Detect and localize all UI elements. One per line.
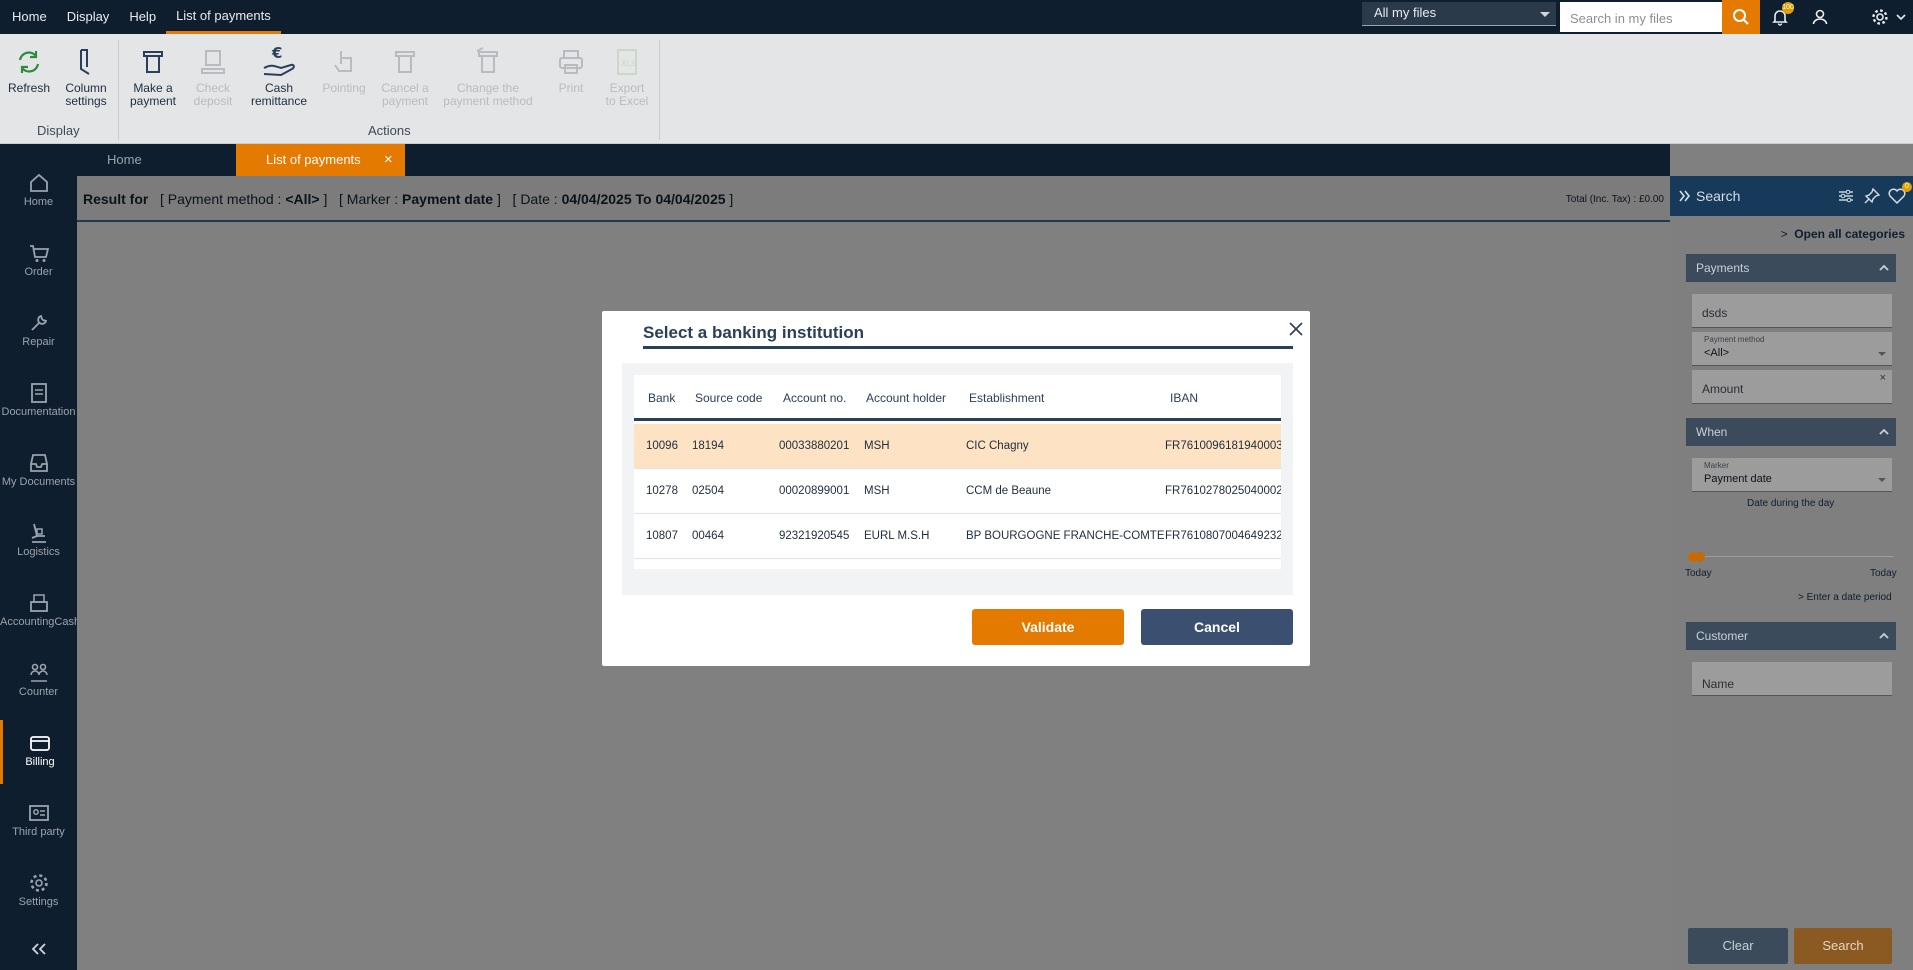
cell-bank: 10096 xyxy=(646,440,678,452)
column-header-iban[interactable]: IBAN xyxy=(1170,375,1198,421)
modal-overlay: Select a banking institution Bank Source… xyxy=(0,0,1913,970)
cell-establishment: CCM de Beaune xyxy=(966,485,1052,497)
select-bank-dialog: Select a banking institution Bank Source… xyxy=(602,311,1310,666)
cell-establishment: BP BOURGOGNE FRANCHE-COMTE xyxy=(966,530,1165,542)
cell-iban: FR7610278025040002 xyxy=(1165,485,1281,497)
cell-account-holder: MSH xyxy=(864,440,890,452)
column-header-establishment[interactable]: Establishment xyxy=(969,375,1044,421)
cell-account-no: 00020899001 xyxy=(779,485,850,497)
cell-source-code: 18194 xyxy=(692,440,724,452)
bank-table: Bank Source code Account no. Account hol… xyxy=(634,375,1281,569)
table-row[interactable]: 10096 18194 00033880201 MSH CIC Chagny F… xyxy=(634,424,1281,469)
cell-iban: FR7610807004649232 xyxy=(1165,530,1281,542)
cell-bank: 10278 xyxy=(646,485,678,497)
cell-source-code: 00464 xyxy=(692,530,724,542)
table-header: Bank Source code Account no. Account hol… xyxy=(634,375,1281,421)
cell-account-no: 92321920545 xyxy=(779,530,850,542)
cell-establishment: CIC Chagny xyxy=(966,440,1029,452)
dialog-title: Select a banking institution xyxy=(643,323,865,342)
cancel-button[interactable]: Cancel xyxy=(1141,609,1293,645)
dialog-close-button[interactable] xyxy=(1284,317,1308,341)
cell-account-no: 00033880201 xyxy=(779,440,850,452)
validate-button[interactable]: Validate xyxy=(972,609,1124,645)
dialog-title-underline xyxy=(643,346,1293,349)
cell-source-code: 02504 xyxy=(692,485,724,497)
cell-account-holder: MSH xyxy=(864,485,890,497)
close-icon xyxy=(1289,322,1303,336)
column-header-bank[interactable]: Bank xyxy=(648,375,675,421)
cell-account-holder: EURL M.S.H xyxy=(864,530,930,542)
bank-table-container: Bank Source code Account no. Account hol… xyxy=(622,363,1293,595)
column-header-source-code[interactable]: Source code xyxy=(695,375,762,421)
cell-iban: FR7610096181940003 xyxy=(1165,440,1281,452)
column-header-account-holder[interactable]: Account holder xyxy=(866,375,946,421)
table-row[interactable]: 10278 02504 00020899001 MSH CCM de Beaun… xyxy=(634,469,1281,514)
table-row[interactable]: 10807 00464 92321920545 EURL M.S.H BP BO… xyxy=(634,514,1281,559)
column-header-account-no[interactable]: Account no. xyxy=(783,375,846,421)
cell-bank: 10807 xyxy=(646,530,678,542)
